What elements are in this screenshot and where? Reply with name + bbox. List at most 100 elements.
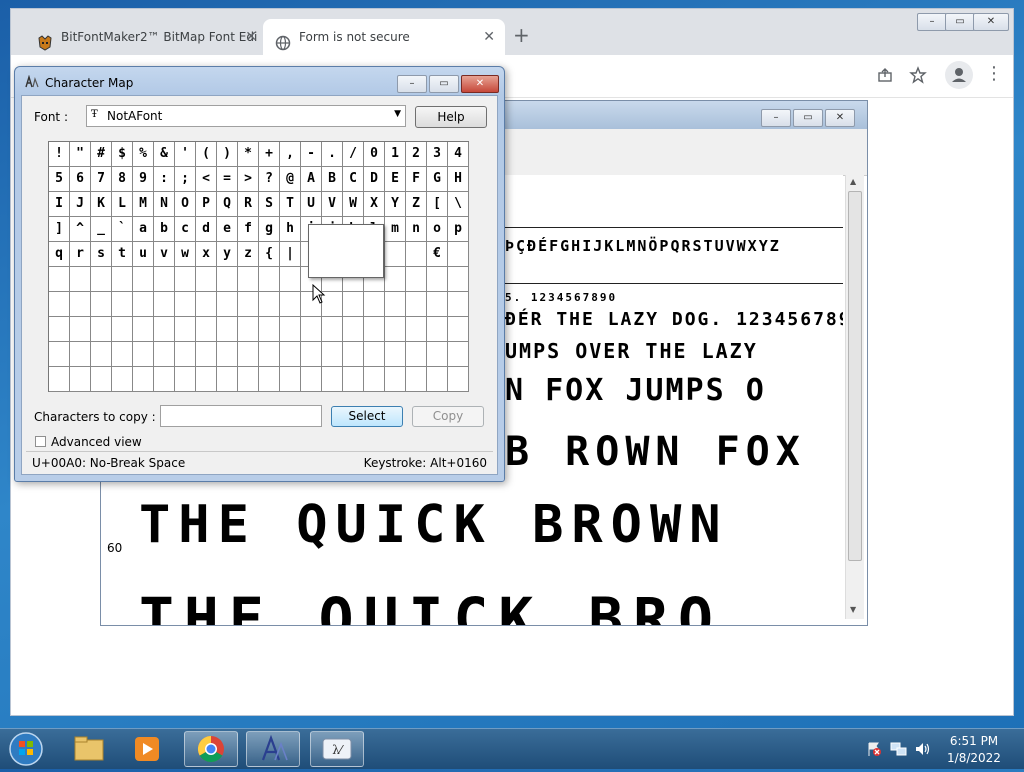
char-cell[interactable]: H — [448, 167, 469, 192]
char-cell[interactable]: 7 — [91, 167, 112, 192]
char-cell[interactable] — [91, 267, 112, 292]
clock-date[interactable]: 1/8/2022 — [934, 751, 1014, 765]
char-cell[interactable] — [196, 317, 217, 342]
minimize-button[interactable]: – — [397, 75, 427, 93]
flag-warning-icon[interactable] — [866, 741, 882, 760]
char-cell[interactable] — [385, 242, 406, 267]
char-cell[interactable]: J — [70, 192, 91, 217]
tab-close-icon[interactable]: ✕ — [245, 19, 257, 55]
char-cell[interactable] — [91, 367, 112, 392]
char-cell[interactable] — [343, 367, 364, 392]
char-cell[interactable] — [259, 267, 280, 292]
start-orb-icon[interactable] — [6, 729, 46, 769]
char-cell[interactable]: & — [154, 142, 175, 167]
char-cell[interactable]: * — [238, 142, 259, 167]
char-cell[interactable]: I — [49, 192, 70, 217]
chrome-taskbar-icon[interactable] — [184, 731, 238, 767]
char-cell[interactable]: G — [427, 167, 448, 192]
char-cell[interactable] — [154, 292, 175, 317]
explorer-taskbar-icon[interactable] — [62, 731, 116, 767]
char-cell[interactable]: b — [154, 217, 175, 242]
char-cell[interactable] — [70, 342, 91, 367]
char-cell[interactable]: R — [238, 192, 259, 217]
char-cell[interactable] — [112, 317, 133, 342]
char-cell[interactable] — [385, 267, 406, 292]
char-cell[interactable] — [196, 292, 217, 317]
char-cell[interactable] — [385, 292, 406, 317]
char-cell[interactable]: V — [322, 192, 343, 217]
char-cell[interactable] — [280, 292, 301, 317]
char-cell[interactable]: $ — [112, 142, 133, 167]
char-cell[interactable]: D — [364, 167, 385, 192]
char-cell[interactable] — [406, 317, 427, 342]
tab-form-not-secure[interactable]: Form is not secure ✕ — [263, 19, 505, 55]
char-cell[interactable]: € — [427, 242, 448, 267]
char-cell[interactable] — [154, 267, 175, 292]
char-cell[interactable]: 2 — [406, 142, 427, 167]
char-cell[interactable] — [49, 292, 70, 317]
close-window-button[interactable]: ✕ — [461, 75, 499, 93]
char-cell[interactable]: 1 — [385, 142, 406, 167]
char-cell[interactable]: = — [217, 167, 238, 192]
char-cell[interactable]: h — [280, 217, 301, 242]
char-cell[interactable]: < — [196, 167, 217, 192]
char-cell[interactable] — [70, 292, 91, 317]
char-cell[interactable] — [91, 342, 112, 367]
char-cell[interactable] — [364, 342, 385, 367]
char-cell[interactable] — [49, 342, 70, 367]
char-cell[interactable] — [175, 292, 196, 317]
maximize-button[interactable]: ▭ — [945, 13, 975, 31]
char-cell[interactable]: ( — [196, 142, 217, 167]
char-cell[interactable]: g — [259, 217, 280, 242]
char-cell[interactable] — [448, 317, 469, 342]
char-cell[interactable]: C — [343, 167, 364, 192]
char-cell[interactable] — [427, 317, 448, 342]
char-cell[interactable]: X — [364, 192, 385, 217]
char-cell[interactable]: q — [49, 242, 70, 267]
char-cell[interactable] — [112, 342, 133, 367]
font-select[interactable]: Ŧ NotAFont ▼ — [86, 105, 406, 127]
char-cell[interactable] — [196, 267, 217, 292]
char-cell[interactable] — [217, 342, 238, 367]
char-cell[interactable] — [406, 267, 427, 292]
char-cell[interactable] — [196, 367, 217, 392]
char-cell[interactable]: 0 — [364, 142, 385, 167]
char-cell[interactable]: ^ — [70, 217, 91, 242]
minimize-button[interactable]: – — [761, 109, 791, 127]
char-cell[interactable]: , — [280, 142, 301, 167]
char-cell[interactable]: s — [91, 242, 112, 267]
character-grid[interactable]: ! " # $% & '() * +, -./0 1 2 3 4 5 6 7 8 9:; < = >? @ A B C D E F G H… — [48, 141, 469, 392]
char-cell[interactable]: - — [301, 142, 322, 167]
char-cell[interactable] — [301, 367, 322, 392]
char-cell[interactable] — [448, 267, 469, 292]
char-cell[interactable] — [427, 367, 448, 392]
char-cell[interactable] — [301, 317, 322, 342]
char-cell[interactable]: 5 — [49, 167, 70, 192]
char-cell[interactable] — [217, 267, 238, 292]
char-cell[interactable]: M — [133, 192, 154, 217]
char-cell[interactable]: ? — [259, 167, 280, 192]
char-cell[interactable] — [259, 317, 280, 342]
scrollbar-thumb[interactable] — [848, 191, 862, 561]
char-cell[interactable] — [448, 342, 469, 367]
char-cell[interactable]: 9 — [133, 167, 154, 192]
char-cell[interactable]: 3 — [427, 142, 448, 167]
char-cell[interactable] — [343, 342, 364, 367]
char-cell[interactable] — [133, 292, 154, 317]
char-cell[interactable]: w — [175, 242, 196, 267]
char-cell[interactable]: ) — [217, 142, 238, 167]
clock-time[interactable]: 6:51 PM — [934, 734, 1014, 748]
scroll-up-arrow-icon[interactable]: ▲ — [850, 177, 856, 186]
char-cell[interactable]: # — [91, 142, 112, 167]
char-cell[interactable]: T — [280, 192, 301, 217]
char-cell[interactable] — [112, 367, 133, 392]
char-cell[interactable]: 8 — [112, 167, 133, 192]
chars-to-copy-input[interactable] — [160, 405, 322, 427]
char-cell[interactable] — [280, 342, 301, 367]
char-cell[interactable] — [406, 342, 427, 367]
char-cell[interactable] — [322, 367, 343, 392]
char-cell[interactable]: > — [238, 167, 259, 192]
char-cell[interactable] — [91, 292, 112, 317]
char-cell[interactable] — [280, 317, 301, 342]
help-button[interactable]: Help — [415, 106, 487, 128]
